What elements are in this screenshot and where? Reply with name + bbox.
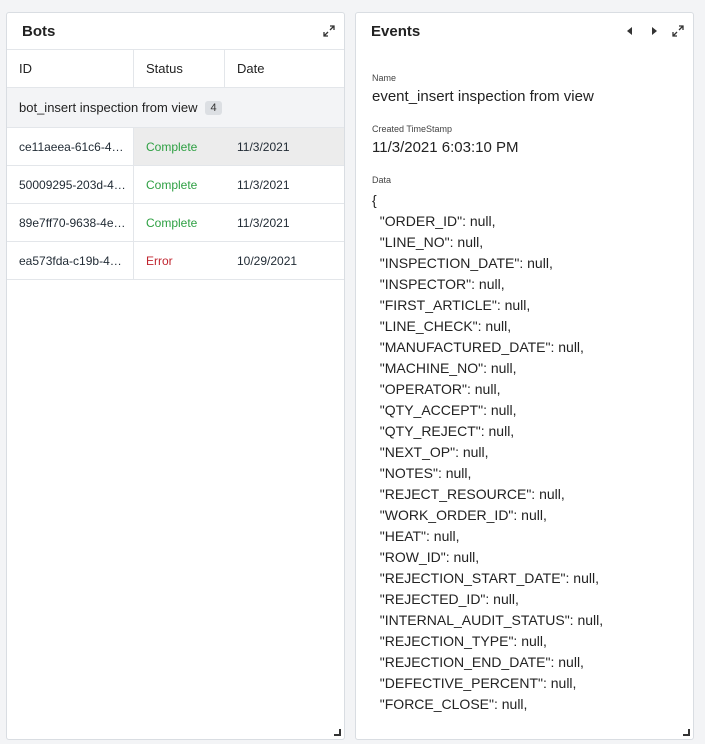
json-line: "INTERNAL_AUDIT_STATUS": null, <box>372 612 604 628</box>
json-line: "ORDER_ID": null, <box>372 213 496 229</box>
json-line: "OPERATOR": null, <box>372 381 501 397</box>
table-row[interactable]: 50009295-203d-4… Complete 11/3/2021 <box>7 166 344 204</box>
row-date: 11/3/2021 <box>237 139 290 154</box>
group-label: bot_insert inspection from view <box>19 100 198 115</box>
events-panel-title: Events <box>371 22 421 40</box>
json-line: "QTY_REJECT": null, <box>372 423 515 439</box>
json-line: "INSPECTOR": null, <box>372 276 505 292</box>
row-status: Complete <box>146 215 198 230</box>
row-status: Error <box>146 253 173 268</box>
expand-icon[interactable] <box>322 24 336 38</box>
resize-handle-icon[interactable] <box>334 729 341 736</box>
json-line: "INSPECTION_DATE": null, <box>372 255 553 271</box>
bots-panel: Bots ID Status Date bot_insert inspectio… <box>6 12 345 740</box>
json-line: "REJECT_RESOURCE": null, <box>372 486 565 502</box>
table-row[interactable]: ea573fda-c19b-41… Error 10/29/2021 <box>7 242 344 280</box>
expand-icon[interactable] <box>671 24 685 38</box>
json-line: "QTY_ACCEPT": null, <box>372 402 517 418</box>
json-line: "MACHINE_NO": null, <box>372 360 517 376</box>
row-id: ce11aeea-61c6-40… <box>7 128 134 165</box>
events-panel: Events Name event_insert inspection from… <box>355 12 694 740</box>
json-line: "ROW_ID": null, <box>372 549 480 565</box>
json-line: "WORK_ORDER_ID": null, <box>372 507 547 523</box>
column-header-status[interactable]: Status <box>134 50 225 87</box>
bots-table-header: ID Status Date <box>7 49 344 88</box>
json-line: "FIRST_ARTICLE": null, <box>372 297 531 313</box>
column-header-date[interactable]: Date <box>225 50 344 87</box>
data-label: Data <box>372 175 392 185</box>
timestamp-value: 11/3/2021 6:03:10 PM <box>372 139 519 156</box>
table-row[interactable]: 89e7ff70-9638-4e… Complete 11/3/2021 <box>7 204 344 242</box>
json-line: "REJECTION_START_DATE": null, <box>372 570 599 586</box>
json-line: { <box>372 192 377 208</box>
json-line: "FORCE_CLOSE": null, <box>372 696 528 712</box>
caret-left-icon[interactable] <box>623 24 637 38</box>
name-value: event_insert inspection from view <box>372 88 594 105</box>
row-id: ea573fda-c19b-41… <box>7 242 134 279</box>
json-line: "LINE_NO": null, <box>372 234 484 250</box>
row-date: 11/3/2021 <box>237 215 290 230</box>
timestamp-label: Created TimeStamp <box>372 124 453 134</box>
row-id: 50009295-203d-4… <box>7 166 134 203</box>
events-panel-header: Events <box>356 13 693 49</box>
row-status: Complete <box>146 139 198 154</box>
resize-handle-icon[interactable] <box>683 729 690 736</box>
bots-panel-header: Bots <box>7 13 344 49</box>
event-details: Name event_insert inspection from view C… <box>356 49 693 715</box>
json-line: "REJECTION_TYPE": null, <box>372 633 547 649</box>
group-row[interactable]: bot_insert inspection from view 4 <box>7 88 344 128</box>
group-count-badge: 4 <box>205 100 222 115</box>
column-header-id[interactable]: ID <box>7 50 134 87</box>
json-line: "NOTES": null, <box>372 465 472 481</box>
caret-right-icon[interactable] <box>647 24 661 38</box>
row-id: 89e7ff70-9638-4e… <box>7 204 134 241</box>
bots-table-body: ce11aeea-61c6-40… Complete 11/3/2021 500092… <box>7 128 344 280</box>
json-line: "DEFECTIVE_PERCENT": null, <box>372 675 577 691</box>
json-line: "HEAT": null, <box>372 528 460 544</box>
table-row[interactable]: ce11aeea-61c6-40… Complete 11/3/2021 <box>7 128 344 166</box>
name-label: Name <box>372 73 397 83</box>
json-line: "LINE_CHECK": null, <box>372 318 512 334</box>
json-line: "REJECTED_ID": null, <box>372 591 519 607</box>
json-line: "REJECTION_END_DATE": null, <box>372 654 584 670</box>
json-line: "MANUFACTURED_DATE": null, <box>372 339 584 355</box>
event-data-json: { "ORDER_ID": null, "LINE_NO": null, "IN… <box>372 190 677 715</box>
row-date: 10/29/2021 <box>237 253 298 268</box>
row-status: Complete <box>146 177 198 192</box>
bots-panel-title: Bots <box>22 22 56 40</box>
json-line: "NEXT_OP": null, <box>372 444 489 460</box>
row-date: 11/3/2021 <box>237 177 290 192</box>
